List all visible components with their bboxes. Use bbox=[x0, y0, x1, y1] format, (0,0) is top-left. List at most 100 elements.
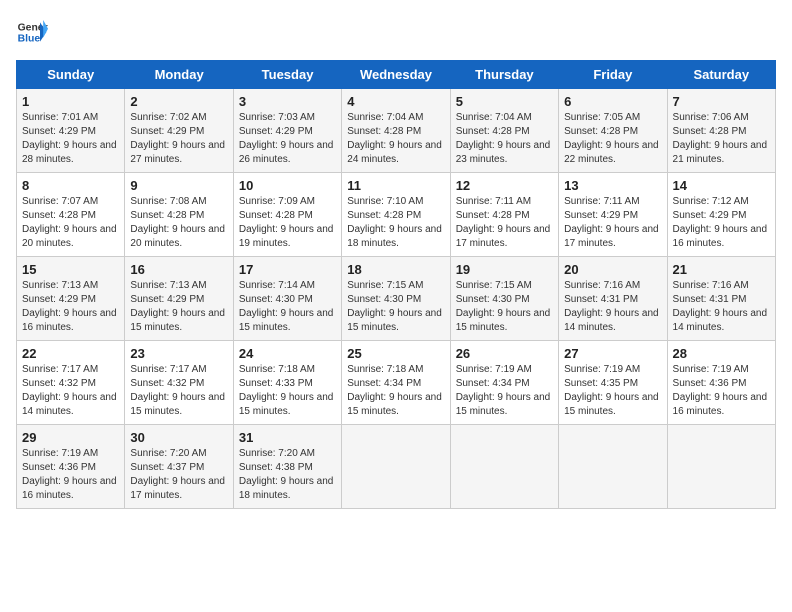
weekday-saturday: Saturday bbox=[667, 61, 775, 89]
day-number: 28 bbox=[673, 346, 770, 361]
calendar-cell: 25Sunrise: 7:18 AMSunset: 4:34 PMDayligh… bbox=[342, 341, 450, 425]
day-number: 5 bbox=[456, 94, 553, 109]
weekday-tuesday: Tuesday bbox=[233, 61, 341, 89]
weekday-friday: Friday bbox=[559, 61, 667, 89]
cell-info: Sunrise: 7:08 AMSunset: 4:28 PMDaylight:… bbox=[130, 195, 227, 251]
calendar-cell: 14 Sunrise: 7:12 AMSunset: 4:29 PMDayligh… bbox=[667, 173, 775, 257]
cell-info: Sunrise: 7:09 AMSunset: 4:28 PMDaylight:… bbox=[239, 195, 336, 251]
logo-icon: General Blue bbox=[16, 16, 48, 48]
cell-info: Sunrise: 7:13 AMSunset: 4:29 PMDaylight:… bbox=[22, 279, 119, 335]
calendar-cell: 3 Sunrise: 7:03 AMSunset: 4:29 PMDaylight… bbox=[233, 89, 341, 173]
day-number: 7 bbox=[673, 94, 770, 109]
calendar-cell: 6Sunrise: 7:05 AMSunset: 4:28 PMDaylight… bbox=[559, 89, 667, 173]
day-number: 26 bbox=[456, 346, 553, 361]
calendar-cell bbox=[559, 425, 667, 509]
cell-info: Sunrise: 7:05 AMSunset: 4:28 PMDaylight:… bbox=[564, 111, 661, 167]
calendar-cell: 4Sunrise: 7:04 AMSunset: 4:28 PMDaylight… bbox=[342, 89, 450, 173]
calendar-cell bbox=[667, 425, 775, 509]
day-number: 19 bbox=[456, 262, 553, 277]
day-number: 14 bbox=[673, 178, 770, 193]
calendar-cell: 28 Sunrise: 7:19 AMSunset: 4:36 PMDayligh… bbox=[667, 341, 775, 425]
weekday-monday: Monday bbox=[125, 61, 233, 89]
cell-info: Sunrise: 7:20 AMSunset: 4:37 PMDaylight:… bbox=[130, 447, 227, 503]
cell-info: Sunrise: 7:12 AMSunset: 4:29 PMDaylight:… bbox=[673, 195, 770, 251]
cell-info: Sunrise: 7:18 AMSunset: 4:33 PMDaylight:… bbox=[239, 363, 336, 419]
day-number: 8 bbox=[22, 178, 119, 193]
calendar-cell: 2 Sunrise: 7:02 AMSunset: 4:29 PMDaylight… bbox=[125, 89, 233, 173]
calendar-cell: 26 Sunrise: 7:19 AMSunset: 4:34 PMDayligh… bbox=[450, 341, 558, 425]
page-header: General Blue bbox=[16, 16, 776, 48]
cell-info: Sunrise: 7:17 AMSunset: 4:32 PMDaylight:… bbox=[130, 363, 227, 419]
weekday-header-row: SundayMondayTuesdayWednesdayThursdayFrid… bbox=[17, 61, 776, 89]
day-number: 27 bbox=[564, 346, 661, 361]
week-row-1: 1 Sunrise: 7:01 AMSunset: 4:29 PMDaylight… bbox=[17, 89, 776, 173]
cell-info: Sunrise: 7:19 AMSunset: 4:36 PMDaylight:… bbox=[22, 447, 119, 503]
day-number: 9 bbox=[130, 178, 227, 193]
cell-info: Sunrise: 7:10 AMSunset: 4:28 PMDaylight:… bbox=[347, 195, 444, 251]
day-number: 3 bbox=[239, 94, 336, 109]
cell-info: Sunrise: 7:19 AMSunset: 4:34 PMDaylight:… bbox=[456, 363, 553, 419]
day-number: 12 bbox=[456, 178, 553, 193]
calendar-cell: 5 Sunrise: 7:04 AMSunset: 4:28 PMDaylight… bbox=[450, 89, 558, 173]
cell-info: Sunrise: 7:01 AMSunset: 4:29 PMDaylight:… bbox=[22, 111, 119, 167]
calendar-cell: 24Sunrise: 7:18 AMSunset: 4:33 PMDayligh… bbox=[233, 341, 341, 425]
day-number: 23 bbox=[130, 346, 227, 361]
week-row-2: 8 Sunrise: 7:07 AMSunset: 4:28 PMDaylight… bbox=[17, 173, 776, 257]
calendar-cell: 30 Sunrise: 7:20 AMSunset: 4:37 PMDayligh… bbox=[125, 425, 233, 509]
cell-info: Sunrise: 7:18 AMSunset: 4:34 PMDaylight:… bbox=[347, 363, 444, 419]
weekday-thursday: Thursday bbox=[450, 61, 558, 89]
svg-text:Blue: Blue bbox=[18, 34, 41, 45]
calendar-cell: 11 Sunrise: 7:10 AMSunset: 4:28 PMDayligh… bbox=[342, 173, 450, 257]
cell-info: Sunrise: 7:04 AMSunset: 4:28 PMDaylight:… bbox=[456, 111, 553, 167]
cell-info: Sunrise: 7:16 AMSunset: 4:31 PMDaylight:… bbox=[673, 279, 770, 335]
cell-info: Sunrise: 7:20 AMSunset: 4:38 PMDaylight:… bbox=[239, 447, 336, 503]
day-number: 1 bbox=[22, 94, 119, 109]
calendar-cell: 15 Sunrise: 7:13 AMSunset: 4:29 PMDayligh… bbox=[17, 257, 125, 341]
day-number: 30 bbox=[130, 430, 227, 445]
calendar-cell: 27 Sunrise: 7:19 AMSunset: 4:35 PMDayligh… bbox=[559, 341, 667, 425]
day-number: 20 bbox=[564, 262, 661, 277]
calendar-cell bbox=[342, 425, 450, 509]
cell-info: Sunrise: 7:19 AMSunset: 4:35 PMDaylight:… bbox=[564, 363, 661, 419]
day-number: 2 bbox=[130, 94, 227, 109]
cell-info: Sunrise: 7:07 AMSunset: 4:28 PMDaylight:… bbox=[22, 195, 119, 251]
cell-info: Sunrise: 7:06 AMSunset: 4:28 PMDaylight:… bbox=[673, 111, 770, 167]
cell-info: Sunrise: 7:15 AMSunset: 4:30 PMDaylight:… bbox=[456, 279, 553, 335]
calendar-cell: 20 Sunrise: 7:16 AMSunset: 4:31 PMDayligh… bbox=[559, 257, 667, 341]
calendar-cell: 29Sunrise: 7:19 AMSunset: 4:36 PMDayligh… bbox=[17, 425, 125, 509]
day-number: 4 bbox=[347, 94, 444, 109]
calendar-cell: 16Sunrise: 7:13 AMSunset: 4:29 PMDayligh… bbox=[125, 257, 233, 341]
calendar-cell: 17Sunrise: 7:14 AMSunset: 4:30 PMDayligh… bbox=[233, 257, 341, 341]
calendar-cell: 23 Sunrise: 7:17 AMSunset: 4:32 PMDayligh… bbox=[125, 341, 233, 425]
day-number: 21 bbox=[673, 262, 770, 277]
day-number: 22 bbox=[22, 346, 119, 361]
calendar-cell: 9 Sunrise: 7:08 AMSunset: 4:28 PMDaylight… bbox=[125, 173, 233, 257]
cell-info: Sunrise: 7:11 AMSunset: 4:29 PMDaylight:… bbox=[564, 195, 661, 251]
weekday-wednesday: Wednesday bbox=[342, 61, 450, 89]
day-number: 18 bbox=[347, 262, 444, 277]
cell-info: Sunrise: 7:19 AMSunset: 4:36 PMDaylight:… bbox=[673, 363, 770, 419]
cell-info: Sunrise: 7:03 AMSunset: 4:29 PMDaylight:… bbox=[239, 111, 336, 167]
calendar-cell: 18 Sunrise: 7:15 AMSunset: 4:30 PMDayligh… bbox=[342, 257, 450, 341]
weekday-sunday: Sunday bbox=[17, 61, 125, 89]
week-row-4: 22 Sunrise: 7:17 AMSunset: 4:32 PMDayligh… bbox=[17, 341, 776, 425]
calendar-cell: 21 Sunrise: 7:16 AMSunset: 4:31 PMDayligh… bbox=[667, 257, 775, 341]
cell-info: Sunrise: 7:02 AMSunset: 4:29 PMDaylight:… bbox=[130, 111, 227, 167]
calendar-cell: 31Sunrise: 7:20 AMSunset: 4:38 PMDayligh… bbox=[233, 425, 341, 509]
cell-info: Sunrise: 7:11 AMSunset: 4:28 PMDaylight:… bbox=[456, 195, 553, 251]
week-row-3: 15 Sunrise: 7:13 AMSunset: 4:29 PMDayligh… bbox=[17, 257, 776, 341]
day-number: 17 bbox=[239, 262, 336, 277]
calendar-cell: 1 Sunrise: 7:01 AMSunset: 4:29 PMDaylight… bbox=[17, 89, 125, 173]
calendar-cell: 7 Sunrise: 7:06 AMSunset: 4:28 PMDaylight… bbox=[667, 89, 775, 173]
day-number: 10 bbox=[239, 178, 336, 193]
cell-info: Sunrise: 7:15 AMSunset: 4:30 PMDaylight:… bbox=[347, 279, 444, 335]
calendar-cell: 10 Sunrise: 7:09 AMSunset: 4:28 PMDayligh… bbox=[233, 173, 341, 257]
logo: General Blue bbox=[16, 16, 48, 48]
calendar-cell: 8 Sunrise: 7:07 AMSunset: 4:28 PMDaylight… bbox=[17, 173, 125, 257]
day-number: 13 bbox=[564, 178, 661, 193]
day-number: 11 bbox=[347, 178, 444, 193]
cell-info: Sunrise: 7:16 AMSunset: 4:31 PMDaylight:… bbox=[564, 279, 661, 335]
day-number: 15 bbox=[22, 262, 119, 277]
cell-info: Sunrise: 7:13 AMSunset: 4:29 PMDaylight:… bbox=[130, 279, 227, 335]
calendar-body: 1 Sunrise: 7:01 AMSunset: 4:29 PMDaylight… bbox=[17, 89, 776, 509]
